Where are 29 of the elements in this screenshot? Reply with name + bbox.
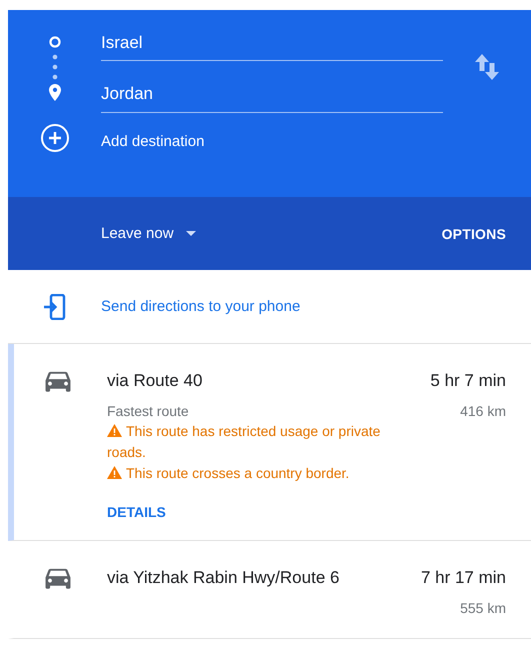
options-button[interactable]: OPTIONS xyxy=(442,226,506,242)
details-link[interactable]: DETAILS xyxy=(107,504,166,520)
dots-icon xyxy=(52,53,58,81)
route-option[interactable]: via Yitzhak Rabin Hwy/Route 6 7 hr 17 min 555 km xyxy=(8,541,531,639)
route-distance: 416 km xyxy=(459,402,506,421)
send-directions-link[interactable]: Send directions to your phone xyxy=(101,298,300,315)
send-to-phone-icon[interactable] xyxy=(44,294,66,320)
leave-now-dropdown[interactable]: Leave now xyxy=(101,225,196,242)
route-duration: 5 hr 7 min xyxy=(430,370,506,392)
dropdown-caret-icon xyxy=(186,231,196,236)
origin-circle-icon xyxy=(48,36,60,48)
add-destination-link[interactable]: Add destination xyxy=(101,132,443,152)
warning-icon xyxy=(107,424,122,437)
swap-arrows-icon[interactable] xyxy=(475,54,499,80)
location-pin-icon xyxy=(48,84,60,101)
add-circle-icon[interactable] xyxy=(40,123,70,153)
route-warning: This route crosses a country border. xyxy=(107,463,350,484)
origin-field[interactable]: Israel xyxy=(101,28,443,61)
warning-icon xyxy=(107,466,122,479)
destination-field[interactable]: Jordan xyxy=(101,79,443,113)
route-description: Fastest route xyxy=(107,402,189,421)
car-icon xyxy=(44,568,70,590)
route-duration: 7 hr 17 min xyxy=(420,567,506,589)
route-title: via Yitzhak Rabin Hwy/Route 6 xyxy=(107,567,340,589)
route-warning: This route has restricted usage or private roads. xyxy=(107,422,382,462)
route-distance: 555 km xyxy=(459,599,506,618)
route-title: via Route 40 xyxy=(107,370,202,392)
car-icon xyxy=(44,371,70,393)
route-option[interactable]: via Route 40 Fastest route This route has restricted usage or private roads. This route crosses a country border. DETAILS 5 hr 7 min 416 km xyxy=(8,344,531,541)
